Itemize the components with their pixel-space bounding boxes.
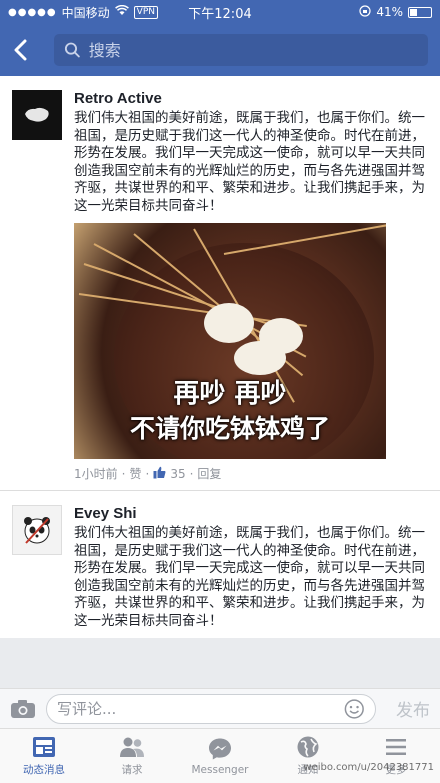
like-link[interactable]: 赞 <box>129 465 141 482</box>
comment-composer: 发布 <box>0 688 440 728</box>
like-count: 35 <box>170 466 186 481</box>
emoji-icon[interactable] <box>344 698 365 720</box>
photo-egg <box>234 341 286 375</box>
photo-caption-line2: 不请你吃钵钵鸡了 <box>129 414 330 443</box>
menu-icon <box>386 739 406 755</box>
battery-fill <box>410 8 418 16</box>
send-button[interactable]: 发布 <box>386 696 430 721</box>
tab-label: 请求 <box>121 764 143 776</box>
china-map-logo <box>25 107 49 122</box>
battery-icon <box>408 6 432 18</box>
meta-separator: · <box>145 466 150 481</box>
battery-percent: 41% <box>376 5 403 19</box>
author-name[interactable]: Evey Shi <box>74 505 428 522</box>
comment-body: Evey Shi 我们伟大祖国的美好前途，既属于我们，也属于你们。统一祖国，是历… <box>74 505 428 630</box>
comment-item: Retro Active 我们伟大祖国的美好前途，既属于我们，也属于你们。统一祖… <box>0 76 440 490</box>
comment-time: 1小时前 <box>74 467 118 481</box>
signal-icon: ●●●●● <box>8 6 57 18</box>
top-navbar <box>0 24 440 76</box>
photo-skewer <box>223 223 386 255</box>
status-left: ●●●●● 中国移动 VPN <box>8 4 158 21</box>
tab-more[interactable]: 更多 <box>352 729 440 783</box>
search-box[interactable] <box>54 34 428 66</box>
bottom-tab-bar: 动态消息 请求 Messenger 通知 更多 <box>0 728 440 783</box>
status-bar: ●●●●● 中国移动 VPN 下午12:04 41% <box>0 0 440 24</box>
friends-icon <box>120 737 144 757</box>
comment-body: Retro Active 我们伟大祖国的美好前途，既属于我们，也属于你们。统一祖… <box>74 90 428 482</box>
tab-label: Messenger <box>191 763 249 776</box>
tab-notifications[interactable]: 通知 <box>264 729 352 783</box>
comment-text: 我们伟大祖国的美好前途，既属于我们，也属于你们。统一祖国，是历史赋于我们这一代人… <box>74 110 425 214</box>
tab-messenger[interactable]: Messenger <box>176 729 264 783</box>
photo-egg <box>204 303 254 343</box>
tab-label: 动态消息 <box>23 764 65 776</box>
thumbs-up-icon <box>153 466 166 482</box>
comment-feed: Retro Active 我们伟大祖国的美好前途，既属于我们，也属于你们。统一祖… <box>0 76 440 688</box>
vpn-badge: VPN <box>133 5 158 19</box>
back-button[interactable] <box>12 39 34 61</box>
tab-news-feed[interactable]: 动态消息 <box>0 729 88 783</box>
status-right: 41% <box>359 4 432 20</box>
status-time: 下午12:04 <box>188 6 252 22</box>
panda-avatar-icon <box>24 517 50 544</box>
back-arrow-icon <box>14 39 27 61</box>
messenger-icon <box>209 738 231 759</box>
search-icon <box>64 42 80 58</box>
globe-icon <box>297 736 319 758</box>
photo-caption-line1: 再吵 再吵 <box>173 379 287 409</box>
avatar[interactable] <box>12 505 62 555</box>
reply-link[interactable]: 回复 <box>197 465 221 482</box>
search-input[interactable] <box>88 40 418 60</box>
tab-requests[interactable]: 请求 <box>88 729 176 783</box>
meta-separator: · <box>189 466 194 481</box>
weibo-watermark: weibo.com/u/2042381771 <box>303 762 434 773</box>
meta-separator: · <box>121 466 126 481</box>
camera-icon[interactable] <box>10 699 36 719</box>
avatar[interactable] <box>12 90 62 140</box>
comment-input[interactable] <box>57 699 345 718</box>
comment-field[interactable] <box>46 693 376 724</box>
wifi-icon <box>114 4 129 19</box>
news-feed-icon <box>33 737 55 757</box>
comment-item: Evey Shi 我们伟大祖国的美好前途，既属于我们，也属于你们。统一祖国，是历… <box>0 490 440 638</box>
meme-photo[interactable]: 再吵 再吵 不请你吃钵钵鸡了 <box>74 223 386 459</box>
carrier-label: 中国移动 <box>61 5 110 20</box>
comment-text: 我们伟大祖国的美好前途，既属于我们，也属于你们。统一祖国，是历史赋于我们这一代人… <box>74 525 425 629</box>
author-name[interactable]: Retro Active <box>74 90 428 107</box>
rotation-lock-icon <box>359 4 371 20</box>
comment-meta: 1小时前 · 赞 · 35 · 回复 <box>74 465 428 482</box>
